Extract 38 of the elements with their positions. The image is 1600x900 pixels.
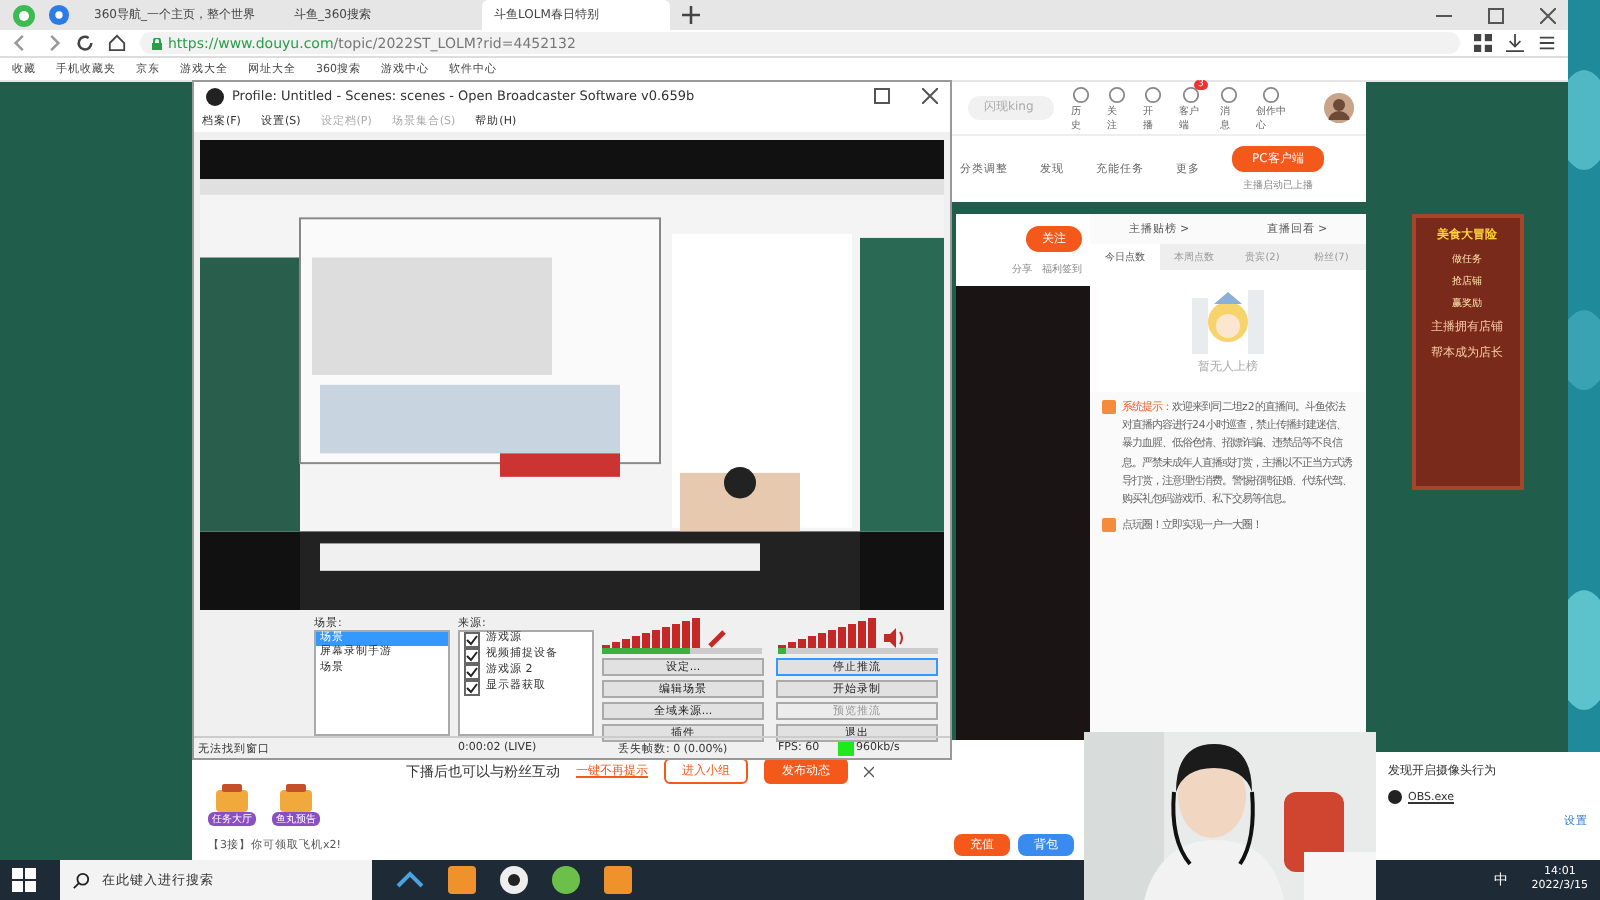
close-icon[interactable] — [1540, 7, 1556, 23]
circle-icon — [1143, 85, 1162, 103]
obs-app-icon[interactable] — [500, 866, 528, 894]
circle-icon — [1071, 85, 1090, 103]
new-tab-icon[interactable] — [682, 6, 700, 24]
source-checkbox[interactable] — [464, 648, 480, 664]
lock-icon — [152, 37, 162, 49]
forward-icon[interactable] — [44, 34, 62, 52]
volume-bars-drawing — [778, 616, 878, 648]
source-checkbox[interactable] — [464, 664, 480, 680]
circle-icon — [1261, 85, 1280, 103]
home-icon[interactable] — [108, 34, 126, 52]
search-icon — [72, 871, 90, 889]
gift-icon[interactable] — [214, 784, 250, 812]
maximize-icon[interactable] — [874, 88, 890, 104]
obs-logo-icon — [206, 87, 224, 105]
app-icon — [1388, 790, 1402, 804]
back-icon[interactable] — [12, 34, 30, 52]
reload-icon[interactable] — [76, 34, 94, 52]
circle-icon — [1107, 85, 1126, 103]
gift-icon[interactable] — [278, 784, 314, 812]
maximize-icon[interactable] — [1488, 7, 1504, 23]
source-checkbox[interactable] — [464, 632, 480, 648]
mascot-drawing — [1188, 286, 1268, 358]
circle-icon — [1219, 85, 1238, 103]
avatar-icon[interactable] — [1323, 88, 1354, 128]
close-icon[interactable] — [922, 88, 938, 104]
close-icon[interactable] — [864, 763, 874, 779]
microphone-icon[interactable] — [708, 628, 728, 648]
volume-bars-drawing — [602, 616, 702, 648]
app-icon[interactable] — [552, 866, 580, 894]
download-icon[interactable] — [1506, 34, 1524, 52]
shield-icon — [48, 4, 70, 26]
menu-icon[interactable] — [1538, 34, 1556, 52]
start-icon[interactable] — [12, 868, 36, 892]
extensions-icon[interactable] — [1474, 34, 1492, 52]
source-checkbox[interactable] — [464, 680, 480, 696]
circle-icon — [1181, 85, 1200, 103]
